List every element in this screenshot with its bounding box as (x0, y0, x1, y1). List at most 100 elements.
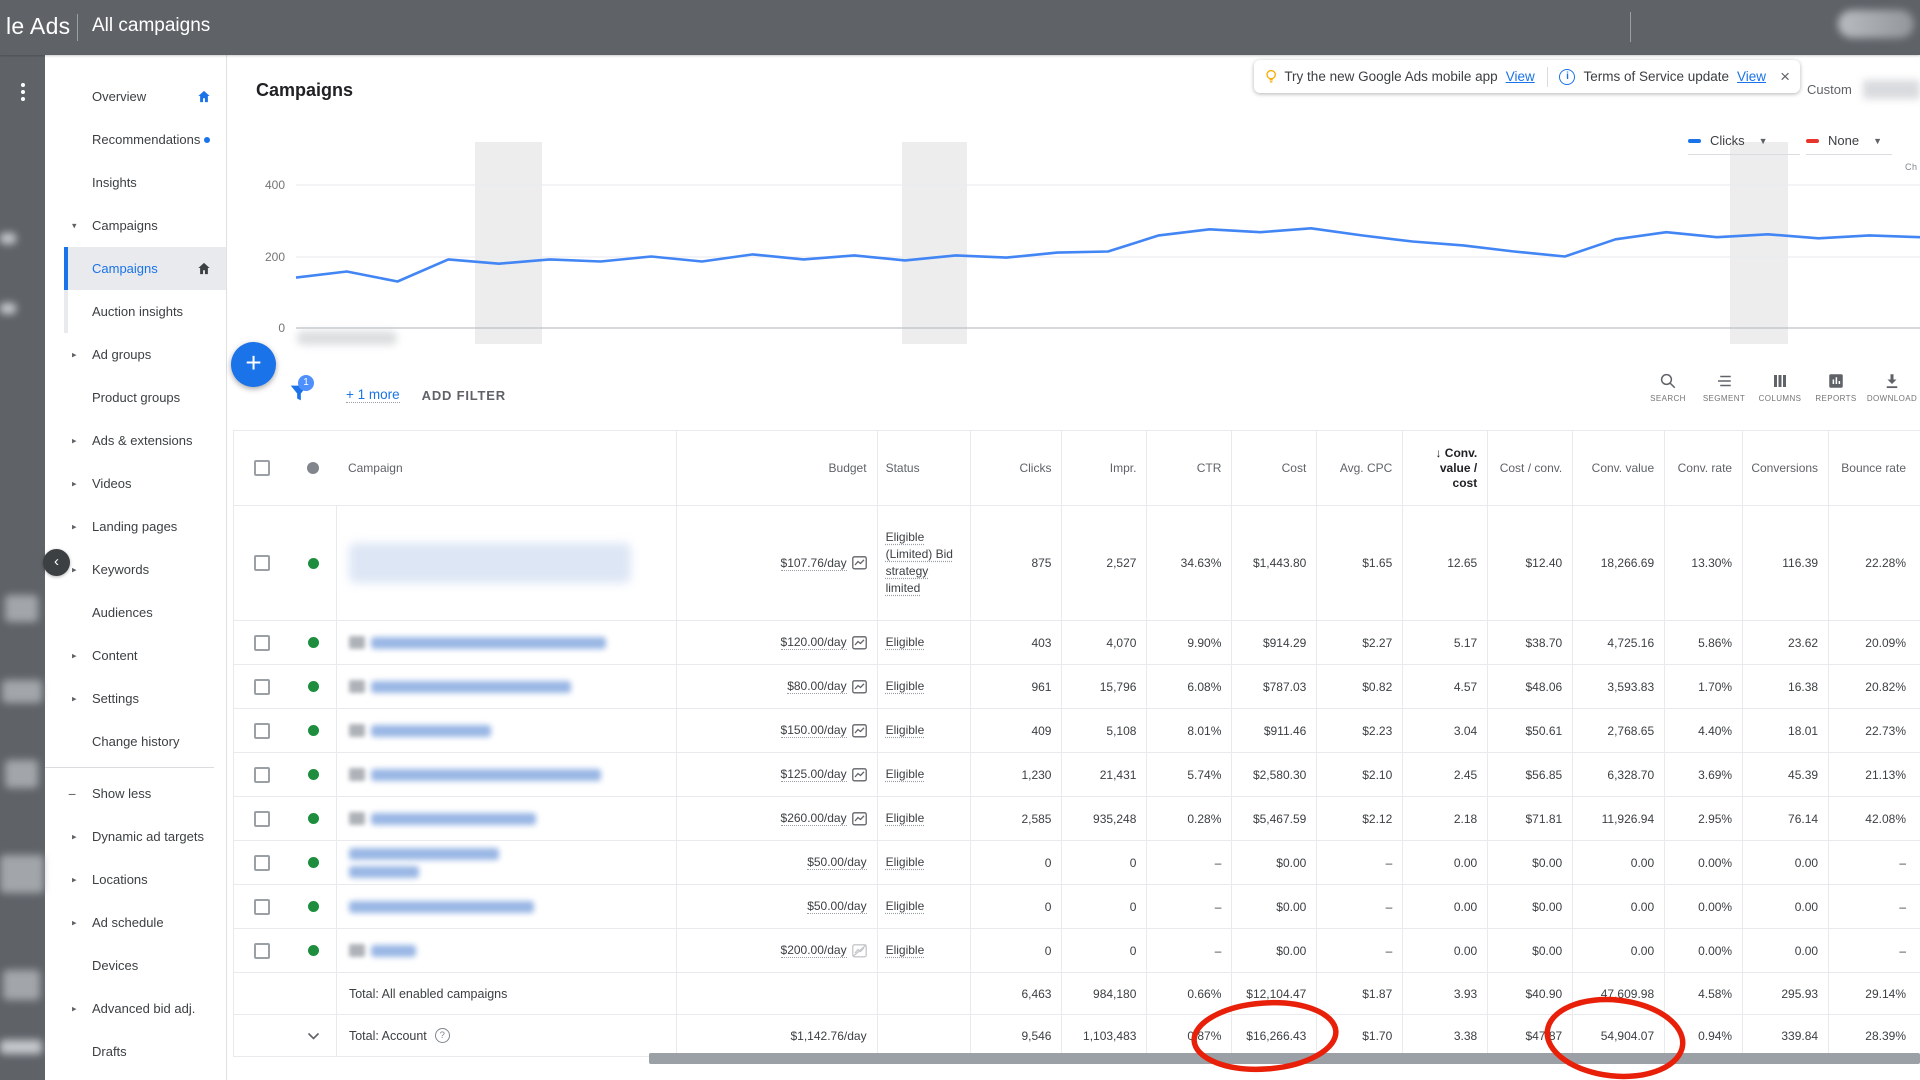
more-filters-link[interactable]: + 1 more (346, 387, 400, 403)
status-value[interactable]: Eligible (886, 634, 925, 651)
expand-triangle-icon[interactable]: ▸ (72, 478, 77, 489)
budget-value[interactable]: $125.00/day (781, 767, 847, 782)
new-campaign-fab[interactable]: + (231, 342, 276, 387)
sidebar-item-content[interactable]: ▸Content (64, 634, 226, 677)
column-header-clicks[interactable]: Clicks (970, 431, 1062, 505)
edit-budget-icon[interactable] (852, 680, 867, 694)
column-header-ctr[interactable]: CTR (1146, 431, 1231, 505)
columns-button[interactable]: COLUMNS (1752, 372, 1808, 403)
sidebar-item-product-groups[interactable]: Product groups (64, 376, 226, 419)
sidebar-item-ad-groups[interactable]: ▸Ad groups (64, 333, 226, 376)
status-value[interactable]: Eligible (886, 942, 925, 959)
expand-triangle-icon[interactable]: ▸ (72, 650, 77, 661)
row-checkbox[interactable] (254, 899, 270, 915)
budget-value[interactable]: $80.00/day (787, 679, 846, 694)
column-header-budget[interactable]: Budget (676, 431, 877, 505)
campaign-name-redacted[interactable] (371, 769, 601, 781)
column-header-conv_value[interactable]: Conv. value (1572, 431, 1664, 505)
budget-value[interactable]: $150.00/day (781, 723, 847, 738)
campaign-name-redacted[interactable] (371, 725, 491, 737)
sidebar-item-auction-insights[interactable]: Auction insights (64, 290, 226, 333)
download-button[interactable]: DOWNLOAD (1864, 372, 1920, 403)
filter-funnel-icon[interactable]: 1 (288, 382, 310, 409)
collapse-triangle-icon[interactable]: ▾ (72, 220, 77, 231)
column-header-status[interactable]: Status (877, 431, 970, 505)
enabled-status-dot[interactable] (308, 681, 319, 692)
budget-value[interactable]: $200.00/day (781, 943, 847, 958)
budget-value[interactable]: $107.76/day (781, 556, 847, 571)
column-header-conv_rate[interactable]: Conv. rate (1664, 431, 1742, 505)
enabled-status-dot[interactable] (308, 901, 319, 912)
enabled-status-dot[interactable] (308, 558, 319, 569)
date-range-redacted[interactable] (1863, 80, 1920, 99)
reports-button[interactable]: REPORTS (1808, 372, 1864, 403)
row-checkbox[interactable] (254, 855, 270, 871)
select-all-checkbox[interactable] (254, 460, 270, 476)
row-checkbox[interactable] (254, 555, 270, 571)
column-header-campaign[interactable]: Campaign (336, 431, 676, 505)
sidebar-item-videos[interactable]: ▸Videos (64, 462, 226, 505)
sidebar-item-devices[interactable]: Devices (64, 944, 226, 987)
enabled-status-dot[interactable] (308, 945, 319, 956)
campaign-name-redacted[interactable] (371, 813, 536, 825)
legend-clicks-dropdown[interactable]: Clicks ▼ (1688, 133, 1800, 155)
enabled-status-dot[interactable] (308, 637, 319, 648)
help-circle-icon[interactable]: ? (435, 1028, 450, 1043)
expand-triangle-icon[interactable]: ▸ (72, 435, 77, 446)
horizontal-scrollbar[interactable] (649, 1053, 1920, 1064)
chevron-down-icon[interactable] (307, 1032, 320, 1040)
campaign-name-redacted[interactable] (371, 945, 416, 957)
edit-budget-icon[interactable] (852, 768, 867, 782)
column-header-bounce[interactable]: Bounce rate (1828, 431, 1920, 505)
expand-triangle-icon[interactable]: ▸ (72, 693, 77, 704)
budget-value[interactable]: $120.00/day (781, 635, 847, 650)
enabled-status-dot[interactable] (308, 725, 319, 736)
edit-budget-icon[interactable] (852, 724, 867, 738)
tos-view-link[interactable]: View (1737, 69, 1766, 84)
sidebar-item-locations[interactable]: ▸Locations (64, 858, 226, 901)
status-value[interactable]: Eligible (886, 898, 925, 915)
sidebar-collapse-handle[interactable]: ‹ (43, 549, 70, 576)
sidebar-item-advanced-bid-adj-[interactable]: ▸Advanced bid adj. (64, 987, 226, 1030)
edit-budget-icon[interactable] (852, 812, 867, 826)
enabled-status-dot[interactable] (308, 813, 319, 824)
budget-value[interactable]: $50.00/day (807, 899, 866, 914)
account-context-label[interactable]: All campaigns (92, 15, 210, 37)
sidebar-item-recommendations[interactable]: Recommendations (64, 118, 226, 161)
sidebar-item-show-less[interactable]: −Show less (64, 772, 226, 815)
legend-none-dropdown[interactable]: None ▼ (1806, 133, 1892, 155)
sidebar-item-landing-pages[interactable]: ▸Landing pages (64, 505, 226, 548)
row-checkbox[interactable] (254, 811, 270, 827)
sidebar-item-overview[interactable]: Overview (64, 75, 226, 118)
row-checkbox[interactable] (254, 723, 270, 739)
column-header-conv_value_cost[interactable]: ↓ Conv. value / cost (1402, 431, 1487, 505)
status-value[interactable]: Eligible (886, 854, 925, 871)
sidebar-item-settings[interactable]: ▸Settings (64, 677, 226, 720)
sidebar-item-dynamic-ad-targets[interactable]: ▸Dynamic ad targets (64, 815, 226, 858)
edit-budget-icon[interactable] (852, 636, 867, 650)
sidebar-item-experiments[interactable]: ▸Experiments (64, 1073, 226, 1080)
column-header-cost[interactable]: Cost (1231, 431, 1316, 505)
status-value[interactable]: Eligible (886, 766, 925, 783)
status-value[interactable]: Eligible (886, 810, 925, 827)
segment-button[interactable]: SEGMENT (1696, 372, 1752, 403)
campaign-name-redacted[interactable] (349, 866, 419, 878)
row-checkbox[interactable] (254, 767, 270, 783)
status-value[interactable]: Eligible (886, 722, 925, 739)
campaign-name-redacted[interactable] (371, 637, 606, 649)
status-value[interactable]: Eligible (Limited) Bid strategy limited (886, 529, 962, 597)
campaign-name-redacted[interactable] (349, 901, 534, 913)
close-icon[interactable]: × (1780, 67, 1790, 87)
expand-triangle-icon[interactable]: ▸ (72, 521, 77, 532)
sidebar-item-ad-schedule[interactable]: ▸Ad schedule (64, 901, 226, 944)
column-header-avg_cpc[interactable]: Avg. CPC (1316, 431, 1402, 505)
expand-triangle-icon[interactable]: ▸ (72, 917, 77, 928)
column-header-conversions[interactable]: Conversions (1742, 431, 1828, 505)
expand-triangle-icon[interactable]: ▸ (72, 831, 77, 842)
sidebar-item-audiences[interactable]: Audiences (64, 591, 226, 634)
enabled-status-dot[interactable] (308, 857, 319, 868)
date-range-label[interactable]: Custom (1807, 82, 1852, 97)
row-checkbox[interactable] (254, 943, 270, 959)
campaign-name-redacted[interactable] (349, 543, 631, 583)
campaign-name-redacted[interactable] (371, 681, 571, 693)
